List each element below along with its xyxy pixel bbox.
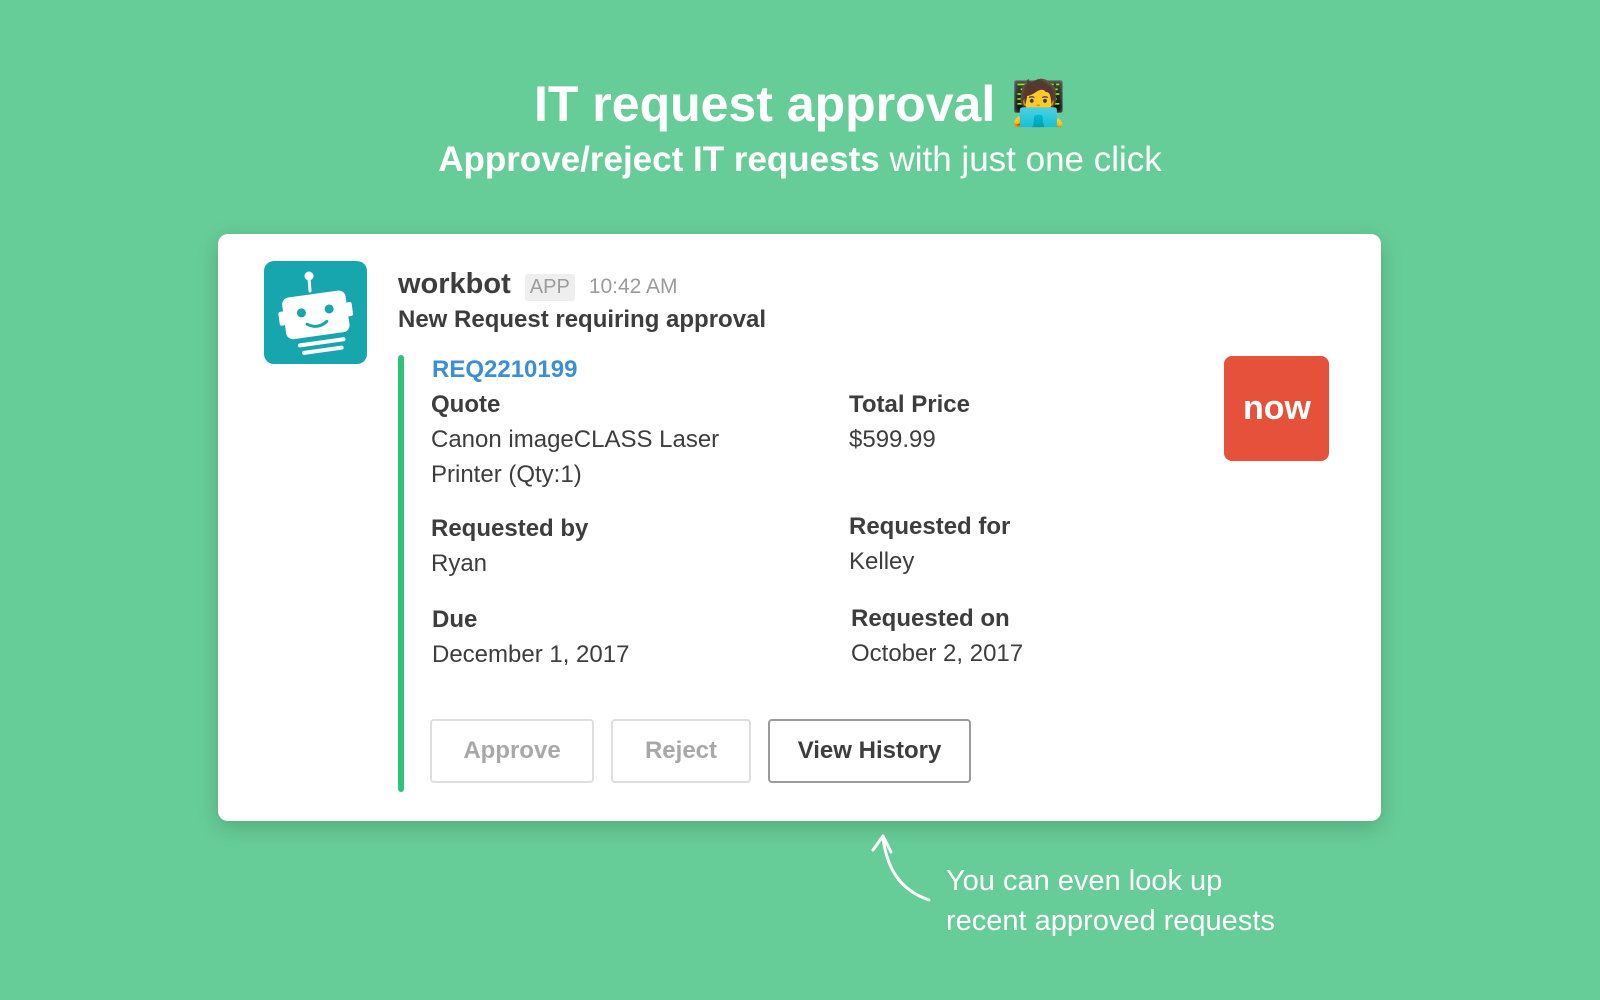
field-requested-on: Requested on October 2, 2017 bbox=[851, 602, 1181, 671]
now-logo-icon: now bbox=[1243, 389, 1312, 427]
field-value: October 2, 2017 bbox=[851, 640, 1024, 667]
message-header: workbot APP 10:42 AM bbox=[398, 268, 678, 301]
hero-subtitle: Approve/reject IT requests with just one… bbox=[0, 138, 1600, 182]
history-note: You can even look up recent approved req… bbox=[946, 861, 1275, 941]
field-requested-by: Requested by Ryan bbox=[431, 512, 761, 581]
technologist-emoji-icon: 🧑‍💻 bbox=[1011, 79, 1067, 128]
bot-name[interactable]: workbot bbox=[398, 268, 511, 301]
message-text: New Request requiring approval bbox=[398, 306, 767, 333]
view-history-button[interactable]: View History bbox=[768, 719, 971, 783]
now-logo-text: now bbox=[1243, 389, 1312, 427]
field-value: Canon imageCLASS Laser bbox=[431, 426, 720, 453]
request-id-link[interactable]: REQ2210199 bbox=[432, 356, 577, 384]
field-total-price: Total Price $599.99 bbox=[849, 388, 1179, 457]
field-value: December 1, 2017 bbox=[432, 641, 630, 668]
bot-avatar[interactable] bbox=[264, 261, 367, 364]
hero-subtitle-rest: with just one click bbox=[879, 140, 1162, 179]
hero-subtitle-bold: Approve/reject IT requests bbox=[438, 140, 880, 179]
field-label: Requested on bbox=[851, 605, 1010, 632]
attachment-accent-bar bbox=[398, 355, 404, 792]
field-label: Requested by bbox=[431, 515, 589, 542]
message-card: workbot APP 10:42 AM New Request requiri… bbox=[218, 234, 1381, 821]
robot-icon bbox=[278, 271, 354, 355]
history-note-line1: You can even look up bbox=[946, 865, 1223, 897]
hero-title-text: IT request approval bbox=[533, 76, 996, 132]
field-quote: Quote Canon imageCLASS Laser Printer (Qt… bbox=[431, 388, 761, 492]
curved-arrow-icon bbox=[871, 834, 931, 902]
hero-title: IT request approval 🧑‍💻 bbox=[534, 74, 1066, 134]
field-value: Kelley bbox=[849, 548, 915, 575]
approve-button[interactable]: Approve bbox=[430, 719, 594, 783]
field-due: Due December 1, 2017 bbox=[432, 603, 762, 672]
hero: IT request approval 🧑‍💻 Approve/reject I… bbox=[0, 74, 1600, 182]
field-label: Total Price bbox=[849, 391, 970, 418]
reject-button[interactable]: Reject bbox=[611, 719, 751, 783]
field-requested-for: Requested for Kelley bbox=[849, 510, 1179, 579]
field-value: $599.99 bbox=[849, 426, 936, 453]
app-badge: APP bbox=[524, 274, 575, 301]
field-label: Due bbox=[432, 606, 478, 633]
message-timestamp[interactable]: 10:42 AM bbox=[589, 275, 678, 299]
field-label: Requested for bbox=[849, 513, 1011, 540]
history-note-line2: recent approved requests bbox=[946, 905, 1275, 937]
field-value: Printer (Qty:1) bbox=[431, 461, 582, 488]
field-label: Quote bbox=[431, 391, 501, 418]
servicenow-logo: now bbox=[1224, 356, 1329, 461]
field-value: Ryan bbox=[431, 550, 488, 577]
